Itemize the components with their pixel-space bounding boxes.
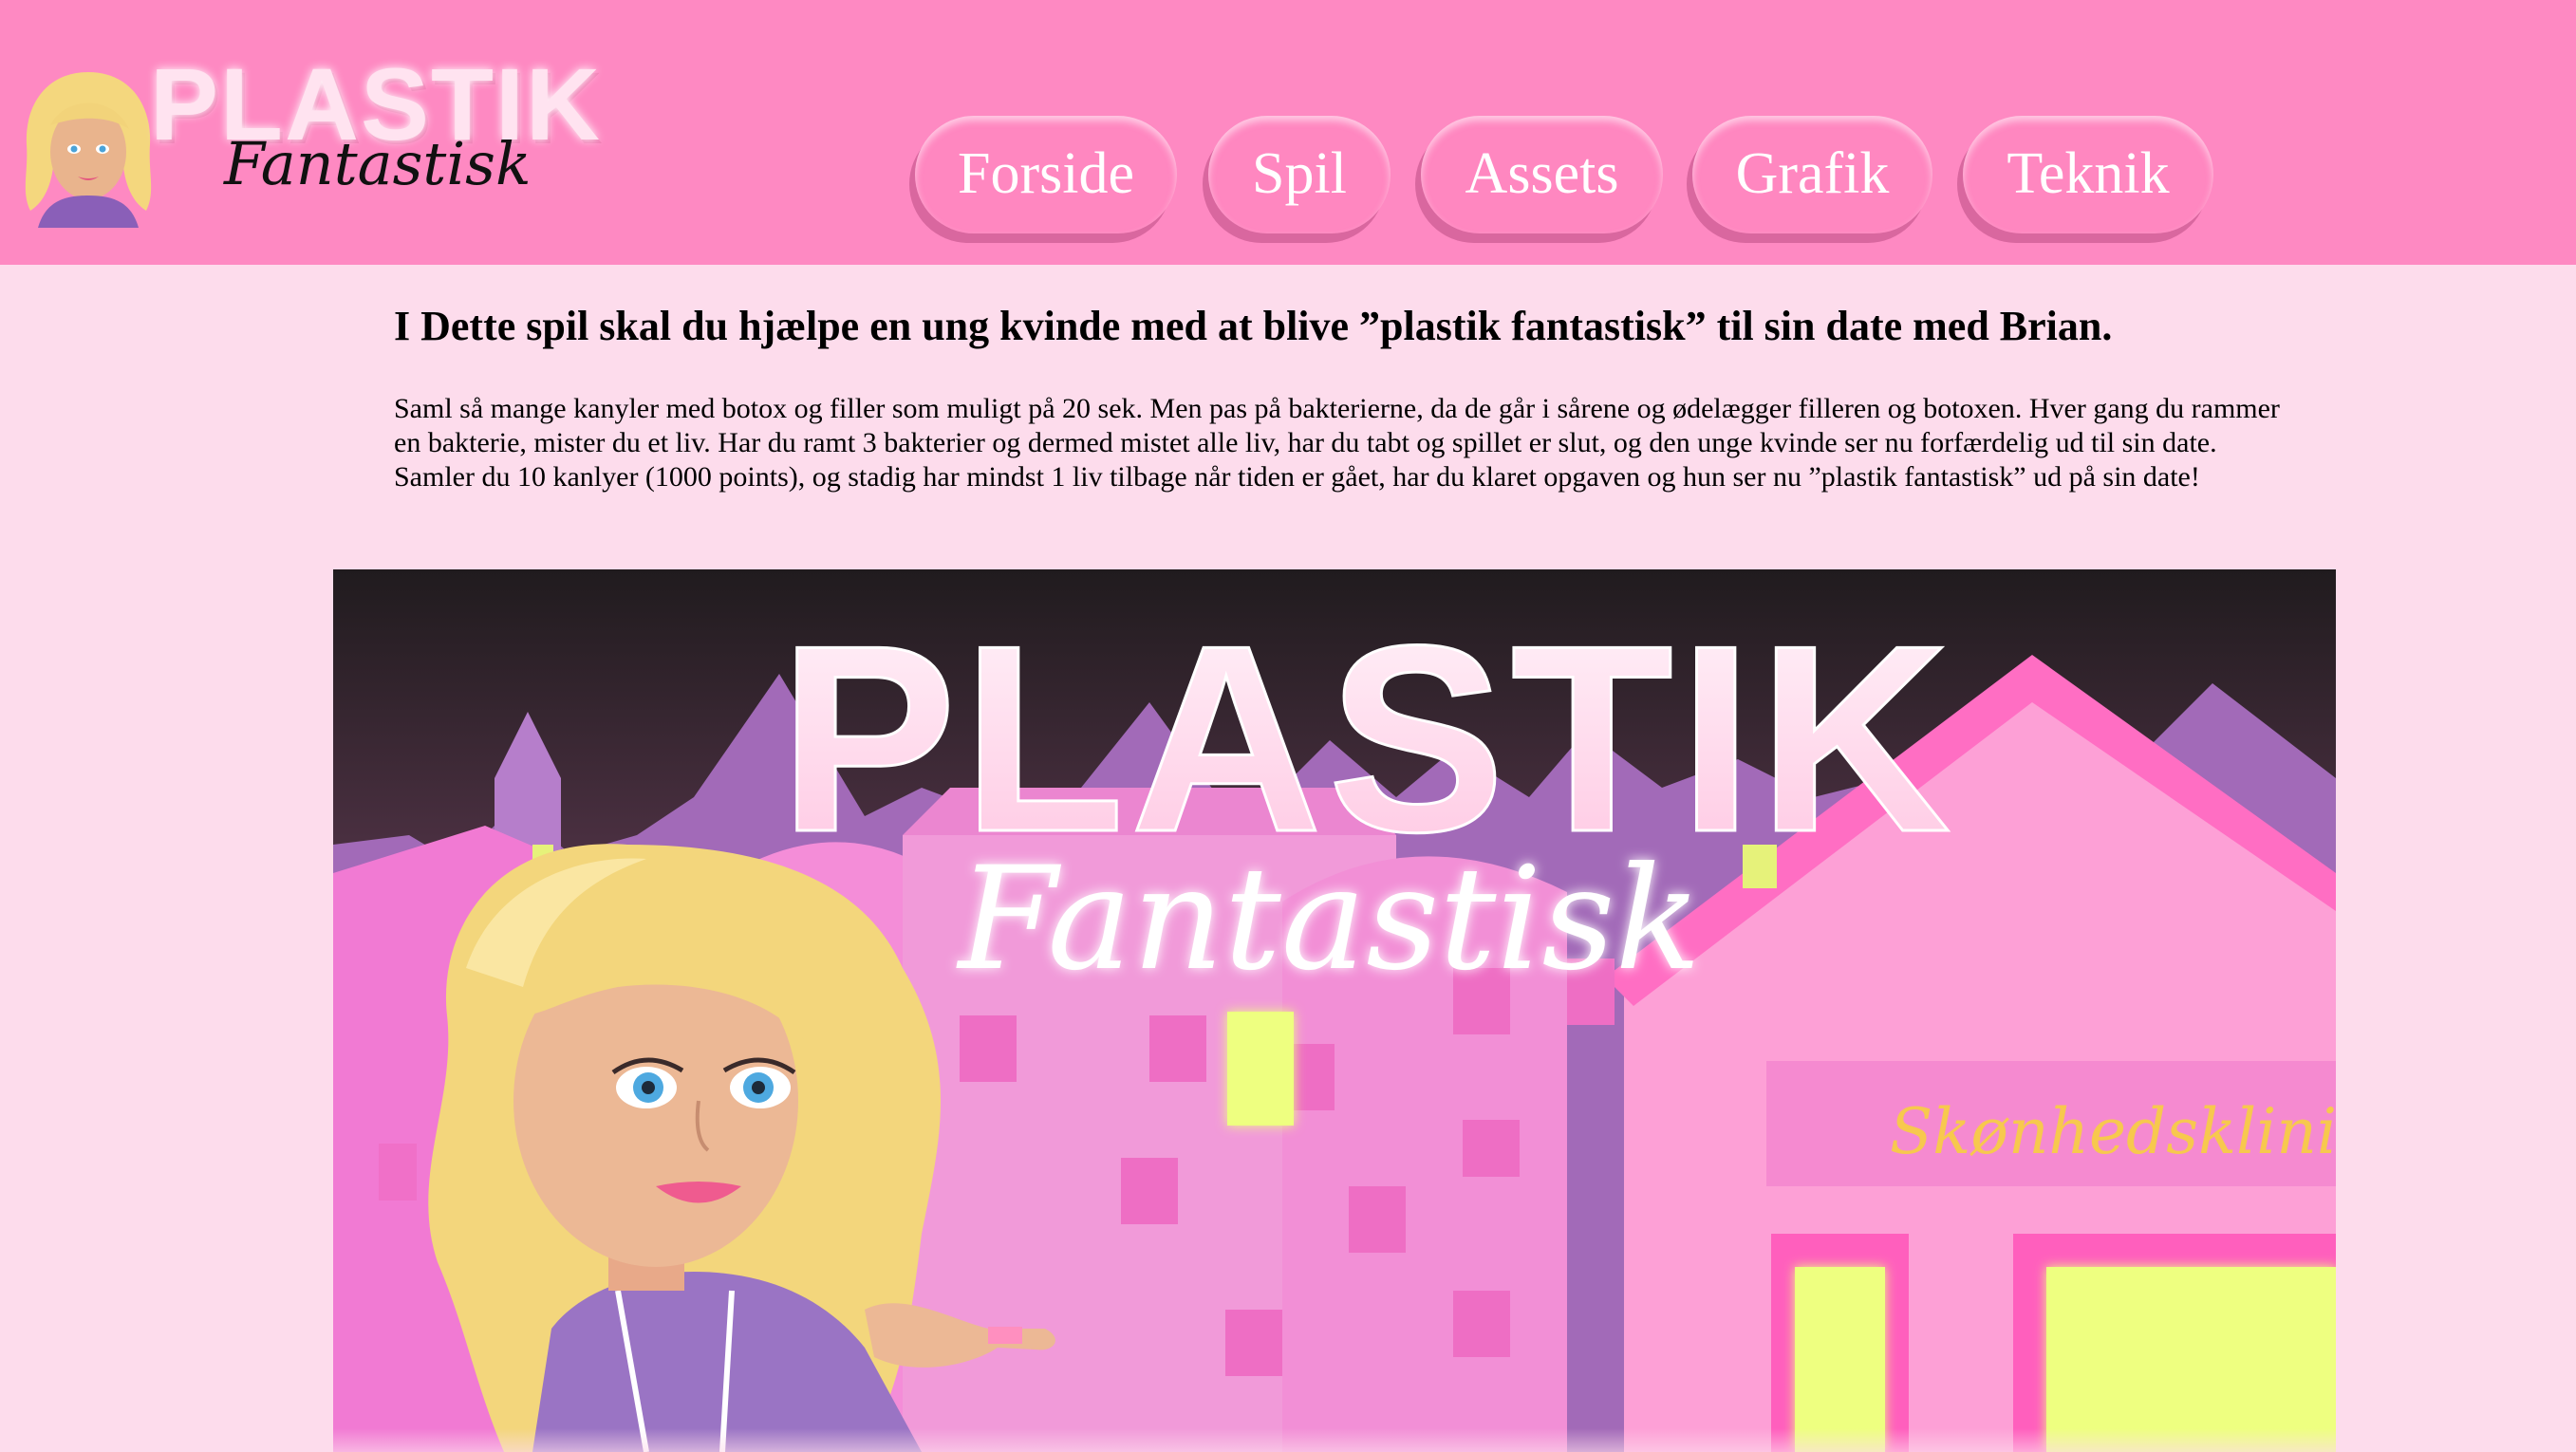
logo-subtitle: Fantastisk (224, 129, 532, 198)
hero-illustration: Skønhedsklinik PLASTIK Fantastisk (333, 569, 2336, 1452)
hero-subtitle: Fantastisk (956, 837, 1702, 1002)
nav-forside-button[interactable]: Forside (915, 116, 1177, 233)
logo-avatar-icon (25, 72, 152, 228)
nav-grafik-button[interactable]: Grafik (1692, 116, 1932, 233)
site-header: PLASTIK Fantastisk Forside Spil Assets G… (0, 0, 2576, 265)
nav-spil-button[interactable]: Spil (1208, 116, 1391, 233)
page-bottom-fade (0, 1428, 2576, 1452)
nav-assets-button[interactable]: Assets (1421, 116, 1663, 233)
clinic-sign: Skønhedsklinik (1890, 1095, 2336, 1168)
game-description: Saml så mange kanyler med botox og fille… (394, 393, 2280, 493)
page-headline: I Dette spil skal du hjælpe en ung kvind… (394, 303, 2113, 349)
game-hero-image: Skønhedsklinik PLASTIK Fantastisk (333, 569, 2336, 1452)
site-logo[interactable]: PLASTIK Fantastisk (17, 53, 600, 228)
nav-teknik-button[interactable]: Teknik (1963, 116, 2213, 233)
